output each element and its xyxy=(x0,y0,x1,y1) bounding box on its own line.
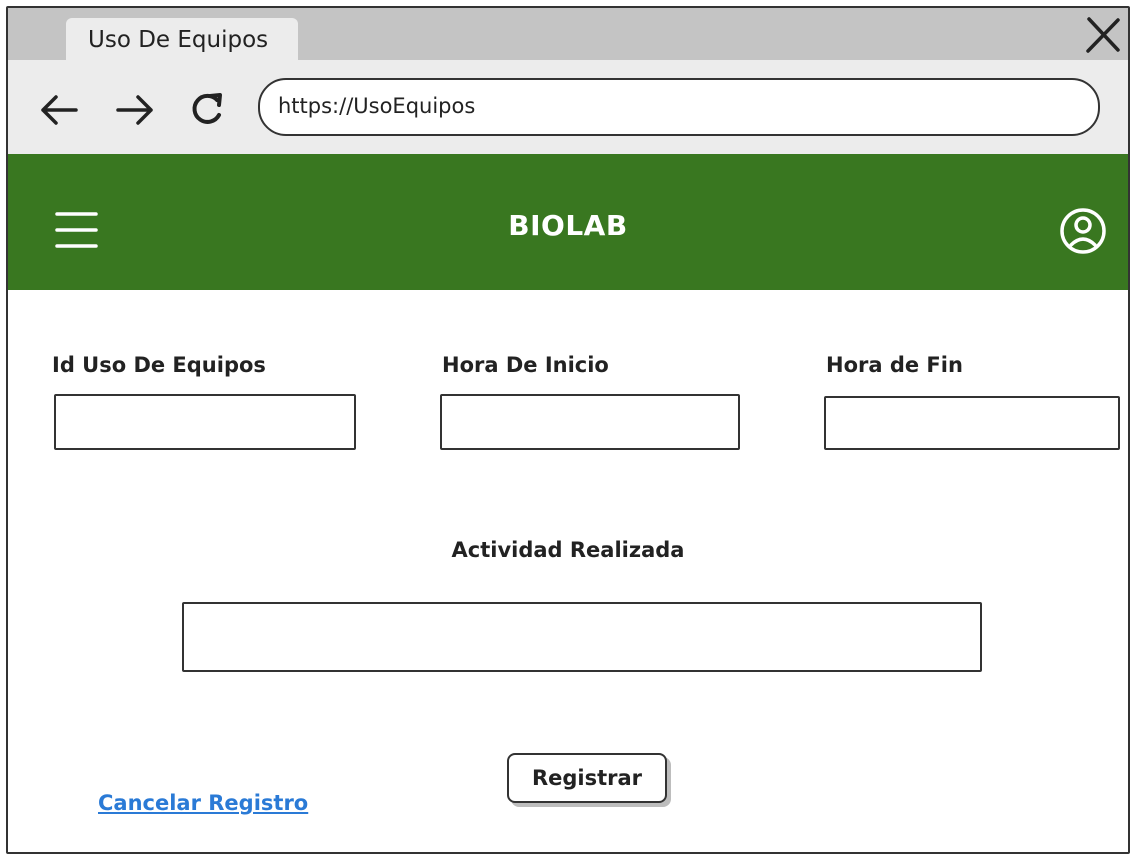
id-uso-label: Id Uso De Equipos xyxy=(52,353,266,377)
actividad-label: Actividad Realizada xyxy=(451,538,685,562)
tab-strip: Uso De Equipos xyxy=(8,8,1128,60)
actividad-input[interactable] xyxy=(182,602,982,672)
browser-tab[interactable]: Uso De Equipos xyxy=(66,18,298,60)
hora-fin-input[interactable] xyxy=(824,396,1120,450)
app-title: BIOLAB xyxy=(508,209,628,242)
hora-inicio-input[interactable] xyxy=(440,394,740,450)
close-icon[interactable] xyxy=(1082,14,1124,56)
user-account-icon[interactable] xyxy=(1058,206,1108,256)
id-uso-input[interactable] xyxy=(54,394,356,450)
browser-window: Uso De Equipos https://UsoEquipos BIOLAB… xyxy=(6,6,1130,854)
browser-chrome: Uso De Equipos https://UsoEquipos xyxy=(8,8,1128,154)
hora-fin-label: Hora de Fin xyxy=(826,353,963,377)
address-bar[interactable]: https://UsoEquipos xyxy=(258,78,1100,136)
tab-title: Uso De Equipos xyxy=(88,27,269,53)
back-arrow-icon[interactable] xyxy=(36,86,82,132)
app-header: BIOLAB xyxy=(8,154,1128,290)
url-text: https://UsoEquipos xyxy=(278,94,476,118)
registrar-button[interactable]: Registrar xyxy=(507,753,667,803)
hora-inicio-label: Hora De Inicio xyxy=(442,353,609,377)
cancelar-registro-link[interactable]: Cancelar Registro xyxy=(98,791,308,815)
reload-icon[interactable] xyxy=(184,86,230,132)
forward-arrow-icon[interactable] xyxy=(112,86,158,132)
